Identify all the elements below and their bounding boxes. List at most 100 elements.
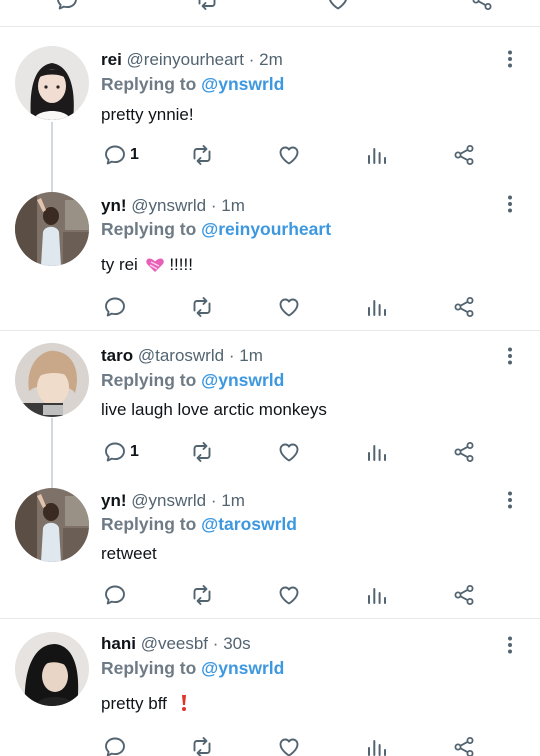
retweet-button[interactable] (190, 734, 214, 756)
reply-button[interactable] (103, 582, 127, 608)
tweet-text-part: !!!!! (169, 255, 193, 274)
reply-icon[interactable] (55, 0, 79, 12)
tweet[interactable]: rei @reinyourheart · 2m Replying to @yns… (0, 28, 540, 183)
retweet-icon (190, 440, 214, 464)
more-icon[interactable] (500, 490, 520, 510)
mention-link[interactable]: @taroswrld (201, 514, 297, 534)
user-handle[interactable]: @ynswrld (131, 196, 206, 215)
timestamp[interactable]: 1m (221, 196, 245, 215)
mention-link[interactable]: @ynswrld (201, 74, 284, 94)
display-name[interactable]: yn! (101, 196, 127, 215)
share-button[interactable] (452, 582, 476, 608)
views-button[interactable] (365, 439, 389, 465)
like-button[interactable] (277, 734, 301, 756)
views-button[interactable] (365, 142, 389, 168)
like-icon (277, 440, 301, 464)
replying-to-label: Replying to (101, 514, 197, 534)
tweet-header: taro @taroswrld · 1m (101, 345, 263, 367)
display-name[interactable]: yn! (101, 491, 127, 510)
views-button[interactable] (365, 294, 389, 320)
more-icon[interactable] (500, 194, 520, 214)
replying-to: Replying to @reinyourheart (101, 218, 331, 240)
share-icon (452, 295, 476, 319)
share-button[interactable] (452, 294, 476, 320)
more-icon[interactable] (500, 346, 520, 366)
retweet-button[interactable] (190, 582, 214, 608)
tweet[interactable]: yn! @ynswrld · 1m Replying to @reinyourh… (0, 183, 540, 331)
timestamp[interactable]: 1m (221, 491, 245, 510)
timestamp[interactable]: 30s (223, 634, 250, 653)
avatar[interactable] (15, 192, 89, 266)
reply-icon (103, 583, 127, 607)
tweet[interactable]: hani @veesbf · 30s Replying to @ynswrld … (0, 620, 540, 756)
tweet[interactable]: taro @taroswrld · 1m Replying to @ynswrl… (0, 332, 540, 480)
share-button[interactable] (452, 734, 476, 756)
like-icon (277, 295, 301, 319)
views-icon (365, 295, 389, 319)
mention-link[interactable]: @ynswrld (201, 658, 284, 678)
like-icon[interactable] (326, 0, 350, 12)
tweet-header: yn! @ynswrld · 1m (101, 490, 245, 512)
replying-to-label: Replying to (101, 219, 197, 239)
avatar[interactable] (15, 488, 89, 562)
reply-button[interactable]: 1 (103, 439, 139, 465)
tweet[interactable]: yn! @ynswrld · 1m Replying to @taroswrld… (0, 480, 540, 619)
action-bar (0, 582, 540, 608)
like-button[interactable] (277, 439, 301, 465)
retweet-button[interactable] (190, 142, 214, 168)
share-button[interactable] (452, 439, 476, 465)
reply-button[interactable]: 1 (103, 142, 139, 168)
separator-dot: · (212, 634, 219, 653)
like-button[interactable] (277, 142, 301, 168)
like-button[interactable] (277, 294, 301, 320)
replying-to-label: Replying to (101, 658, 197, 678)
tweet-text: pretty ynnie! (101, 105, 194, 124)
retweet-icon[interactable] (195, 0, 219, 12)
user-handle[interactable]: @ynswrld (131, 491, 206, 510)
display-name[interactable]: taro (101, 346, 133, 365)
views-button[interactable] (365, 734, 389, 756)
tweet-header: yn! @ynswrld · 1m (101, 195, 245, 217)
user-handle[interactable]: @reinyourheart (127, 50, 244, 69)
avatar[interactable] (15, 343, 89, 417)
reply-icon (103, 735, 127, 756)
share-icon[interactable] (470, 0, 494, 12)
retweet-icon (190, 735, 214, 756)
like-button[interactable] (277, 582, 301, 608)
user-handle[interactable]: @taroswrld (138, 346, 224, 365)
more-icon[interactable] (500, 49, 520, 69)
reply-count: 1 (130, 443, 139, 460)
separator-dot: · (228, 346, 235, 365)
timestamp[interactable]: 2m (259, 50, 283, 69)
more-icon[interactable] (500, 635, 520, 655)
retweet-button[interactable] (190, 294, 214, 320)
reply-count: 1 (130, 146, 139, 163)
tweet-text: ty rei !!!!! (101, 254, 193, 276)
action-bar (0, 294, 540, 320)
display-name[interactable]: rei (101, 50, 122, 69)
replying-to: Replying to @ynswrld (101, 73, 284, 95)
replying-to: Replying to @ynswrld (101, 657, 284, 679)
previous-tweet-action-bar (0, 0, 540, 27)
replying-to: Replying to @ynswrld (101, 369, 284, 391)
timestamp[interactable]: 1m (239, 346, 263, 365)
like-icon (277, 735, 301, 756)
retweet-button[interactable] (190, 439, 214, 465)
reply-button[interactable] (103, 294, 127, 320)
share-button[interactable] (452, 142, 476, 168)
mention-link[interactable]: @ynswrld (201, 370, 284, 390)
views-icon (365, 440, 389, 464)
like-icon (277, 583, 301, 607)
tweet-text: live laugh love arctic monkeys (101, 400, 327, 419)
views-button[interactable] (365, 582, 389, 608)
mention-link[interactable]: @reinyourheart (201, 219, 331, 239)
replying-to-label: Replying to (101, 74, 197, 94)
avatar[interactable] (15, 46, 89, 120)
share-icon (452, 583, 476, 607)
heart-emoji (145, 258, 164, 272)
replying-to: Replying to @taroswrld (101, 513, 297, 535)
reply-button[interactable] (103, 734, 127, 756)
display-name[interactable]: hani (101, 634, 136, 653)
user-handle[interactable]: @veesbf (141, 634, 208, 653)
avatar[interactable] (15, 632, 89, 706)
